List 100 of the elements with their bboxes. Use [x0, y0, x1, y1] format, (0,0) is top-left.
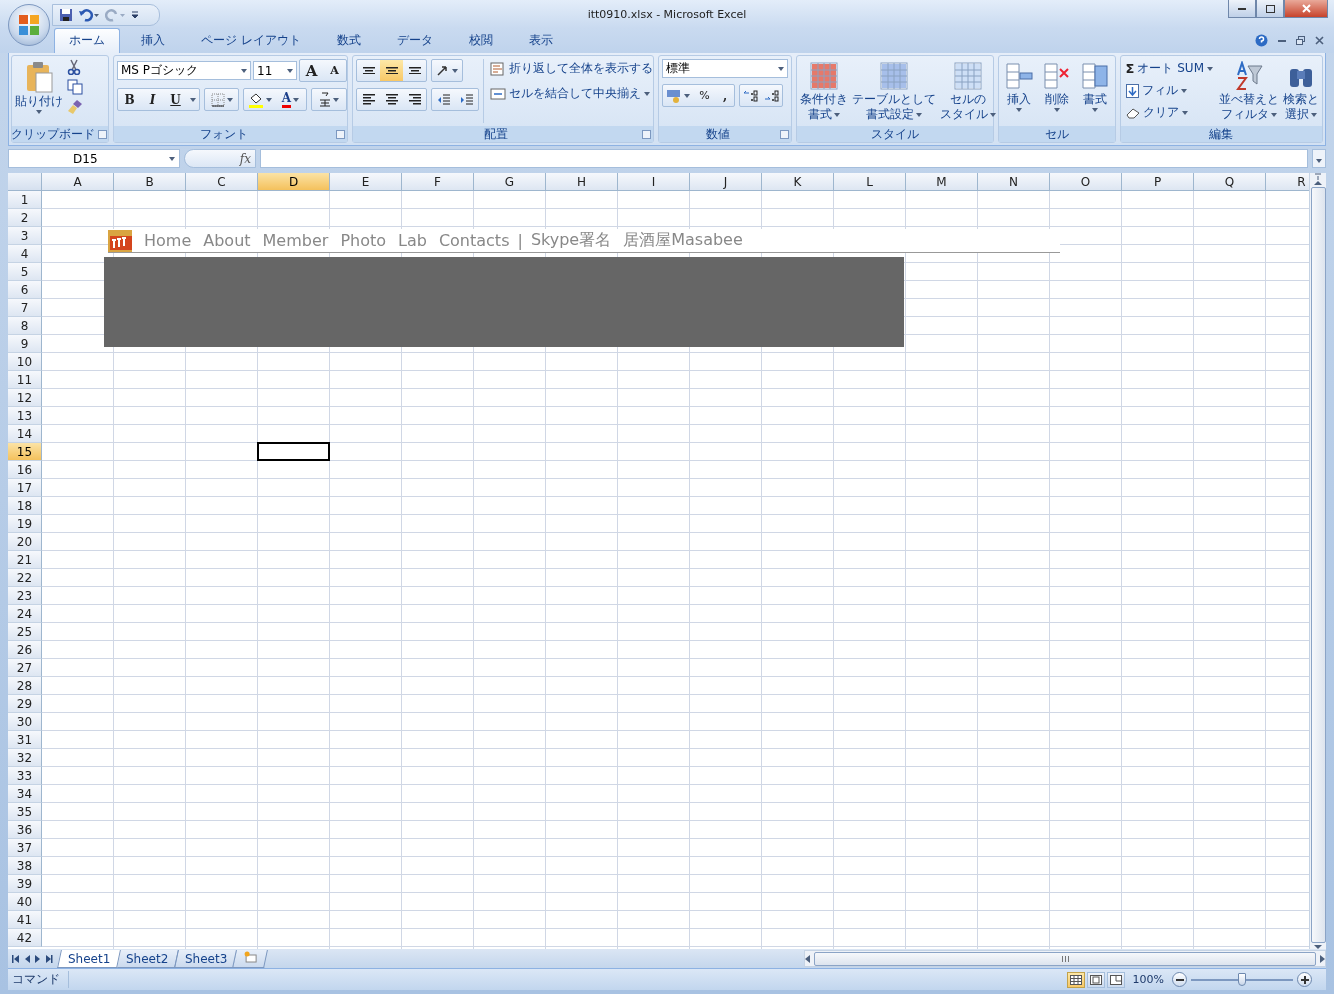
nav-link[interactable]: Home: [144, 231, 192, 250]
row-header[interactable]: 35: [8, 803, 42, 821]
row-header[interactable]: 8: [8, 317, 42, 335]
ribbon-tab[interactable]: データ: [381, 28, 448, 53]
row-header[interactable]: 6: [8, 281, 42, 299]
row-header[interactable]: 5: [8, 263, 42, 281]
row-header[interactable]: 4: [8, 245, 42, 263]
row-header[interactable]: 7: [8, 299, 42, 317]
row-header[interactable]: 25: [8, 623, 42, 641]
row-header[interactable]: 31: [8, 731, 42, 749]
sheet-tab[interactable]: Sheet1: [57, 949, 122, 968]
style-button[interactable]: セルの スタイル: [940, 59, 996, 123]
nav-link[interactable]: Photo: [340, 231, 386, 250]
grow-font-button[interactable]: A: [300, 60, 323, 81]
underline-button[interactable]: U: [164, 89, 187, 110]
ribbon-tab[interactable]: 数式: [321, 28, 376, 53]
row-header[interactable]: 30: [8, 713, 42, 731]
column-header[interactable]: F: [402, 173, 474, 191]
column-header[interactable]: E: [330, 173, 402, 191]
row-header[interactable]: 34: [8, 785, 42, 803]
ribbon-tab[interactable]: 挿入: [126, 28, 180, 53]
view-mode-button[interactable]: [1066, 971, 1085, 988]
wrap-text-button[interactable]: 折り返して全体を表示する: [488, 59, 655, 78]
row-header[interactable]: 16: [8, 461, 42, 479]
column-header[interactable]: D: [258, 173, 330, 191]
cells-button[interactable]: 挿入: [1003, 59, 1034, 123]
dialog-launcher[interactable]: [780, 129, 789, 139]
column-header[interactable]: R: [1266, 173, 1309, 191]
row-header[interactable]: 1: [8, 191, 42, 209]
row-header[interactable]: 9: [8, 335, 42, 353]
split-handle-icon[interactable]: [1314, 173, 1322, 181]
fill-button[interactable]: フィル: [1123, 81, 1215, 100]
zoom-level[interactable]: 100%: [1132, 973, 1164, 986]
paste-button[interactable]: 貼り付け: [15, 59, 63, 123]
close-button[interactable]: [1284, 0, 1328, 18]
style-button[interactable]: 条件付き 書式: [800, 59, 848, 123]
style-button[interactable]: テーブルとして 書式設定: [852, 59, 936, 123]
row-header[interactable]: 41: [8, 911, 42, 929]
ribbon-tab[interactable]: 校閲: [453, 28, 508, 53]
bold-button[interactable]: B: [118, 89, 141, 110]
row-header[interactable]: 14: [8, 425, 42, 443]
formula-input[interactable]: [260, 149, 1308, 168]
column-header[interactable]: O: [1050, 173, 1122, 191]
row-header[interactable]: 37: [8, 839, 42, 857]
expand-button[interactable]: [1312, 149, 1326, 168]
editing-button[interactable]: 検索と 選択: [1283, 59, 1319, 123]
column-header[interactable]: A: [42, 173, 114, 191]
ribbon-tab[interactable]: ホーム: [54, 28, 120, 53]
vertical-align-button[interactable]: [380, 60, 403, 81]
office-button[interactable]: [8, 4, 50, 46]
zoom-slider-thumb[interactable]: [1238, 973, 1246, 986]
row-header[interactable]: 3: [8, 227, 42, 245]
cells-button[interactable]: 削除: [1041, 59, 1072, 123]
minimize-button[interactable]: [1228, 0, 1256, 18]
row-header[interactable]: 26: [8, 641, 42, 659]
dialog-launcher[interactable]: [642, 129, 651, 139]
clear-button[interactable]: クリア: [1123, 103, 1215, 122]
row-header[interactable]: 18: [8, 497, 42, 515]
ribbon-tab[interactable]: ページ レイアウト: [186, 28, 316, 53]
column-header[interactable]: C: [186, 173, 258, 191]
row-header[interactable]: 40: [8, 893, 42, 911]
row-header[interactable]: 10: [8, 353, 42, 371]
row-header[interactable]: 21: [8, 551, 42, 569]
row-header[interactable]: 36: [8, 821, 42, 839]
column-header[interactable]: P: [1122, 173, 1194, 191]
column-header[interactable]: H: [546, 173, 618, 191]
row-header[interactable]: 32: [8, 749, 42, 767]
nav-link[interactable]: Skype署名: [530, 230, 612, 251]
zoom-in-button[interactable]: [1297, 972, 1312, 987]
maximize-button[interactable]: [1256, 0, 1284, 18]
scroll-up-icon[interactable]: [1314, 181, 1322, 185]
column-header[interactable]: M: [906, 173, 978, 191]
column-header[interactable]: B: [114, 173, 186, 191]
nav-link[interactable]: 居酒屋Masabee: [623, 230, 743, 251]
italic-button[interactable]: I: [141, 89, 164, 110]
row-header[interactable]: 17: [8, 479, 42, 497]
row-header[interactable]: 2: [8, 209, 42, 227]
shrink-font-button[interactable]: A: [323, 60, 346, 81]
row-header[interactable]: 33: [8, 767, 42, 785]
row-header[interactable]: 15: [8, 443, 42, 461]
horizontal-scrollbar[interactable]: [804, 950, 1326, 967]
scroll-left-icon[interactable]: [805, 954, 810, 963]
font-name-field[interactable]: MS Pゴシック: [117, 61, 251, 80]
row-header[interactable]: 13: [8, 407, 42, 425]
row-header[interactable]: 39: [8, 875, 42, 893]
dialog-launcher[interactable]: [98, 129, 107, 139]
column-header[interactable]: L: [834, 173, 906, 191]
column-header[interactable]: Q: [1194, 173, 1266, 191]
comma-button[interactable]: ,: [716, 85, 734, 106]
insert-function-button[interactable]: fx: [239, 151, 251, 166]
insert-sheet-tab[interactable]: [232, 949, 268, 968]
row-header[interactable]: 24: [8, 605, 42, 623]
nav-link[interactable]: About: [203, 231, 251, 250]
row-header[interactable]: 38: [8, 857, 42, 875]
autosum-button[interactable]: Σ オート SUM: [1123, 59, 1215, 78]
row-header[interactable]: 12: [8, 389, 42, 407]
dialog-launcher[interactable]: [336, 129, 345, 139]
ribbon-tab[interactable]: 表示: [513, 28, 568, 53]
sheet-tab[interactable]: Sheet3: [173, 949, 238, 968]
zoom-out-button[interactable]: [1172, 972, 1187, 987]
